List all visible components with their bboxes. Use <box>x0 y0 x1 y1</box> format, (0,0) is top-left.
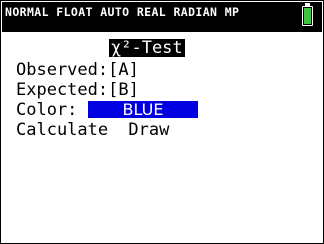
expected-matrix-field[interactable]: [B] <box>108 81 139 99</box>
expected-row[interactable]: Expected:[B] <box>16 81 139 99</box>
color-row: Color: <box>16 101 77 119</box>
battery-icon <box>302 3 313 26</box>
expected-label: Expected: <box>16 80 109 100</box>
observed-matrix-field[interactable]: [A] <box>108 61 139 79</box>
color-select[interactable]: BLUE <box>88 101 198 118</box>
calculator-screen: NORMAL FLOAT AUTO REAL RADIAN MP χ²-Test… <box>0 0 324 244</box>
battery-cap <box>305 3 310 6</box>
status-bar: NORMAL FLOAT AUTO REAL RADIAN MP <box>2 2 322 32</box>
calculate-button[interactable]: Calculate <box>16 121 108 139</box>
page-title: χ²-Test <box>109 38 185 58</box>
battery-level <box>304 8 311 24</box>
color-label: Color: <box>16 100 78 120</box>
mode-status-text: NORMAL FLOAT AUTO REAL RADIAN MP <box>5 5 240 19</box>
observed-label: Observed: <box>16 60 109 80</box>
draw-button[interactable]: Draw <box>128 121 169 139</box>
observed-row[interactable]: Observed:[A] <box>16 61 139 79</box>
actions-row: Calculate Draw <box>16 121 169 139</box>
